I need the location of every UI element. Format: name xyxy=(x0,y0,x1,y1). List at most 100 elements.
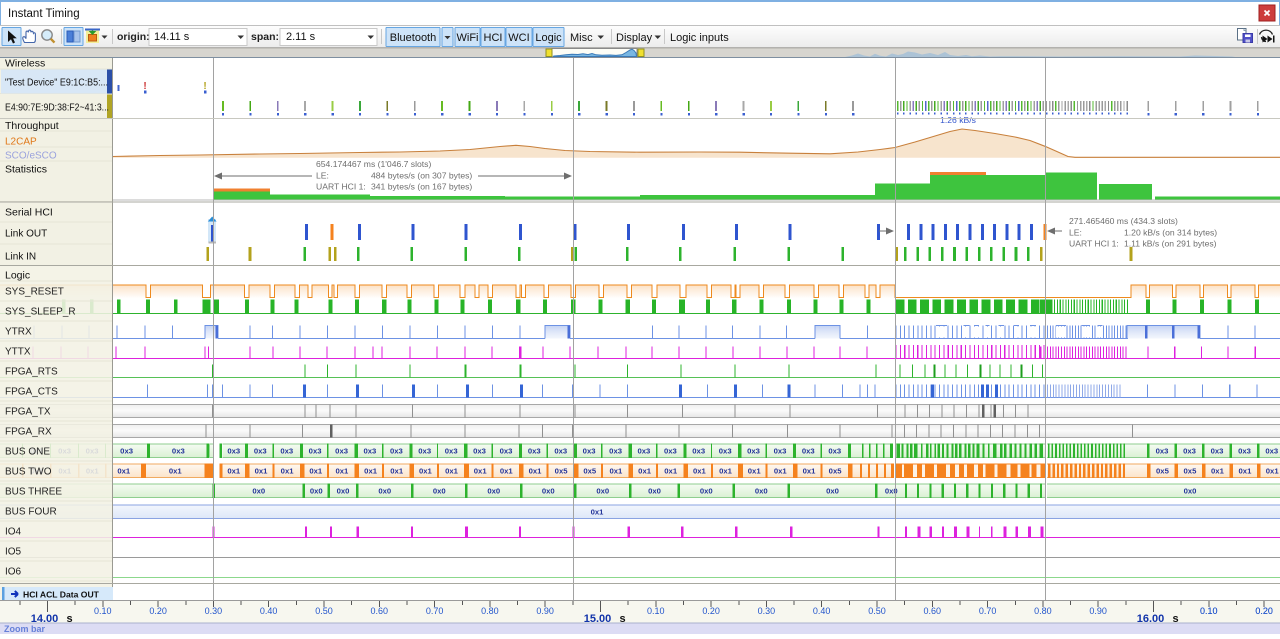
svg-text:0x0: 0x0 xyxy=(378,487,391,496)
svg-text:0x3: 0x3 xyxy=(120,447,133,456)
svg-text:0x1: 0x1 xyxy=(227,467,241,476)
svg-text:0x1: 0x1 xyxy=(500,467,514,476)
svg-text:0x3: 0x3 xyxy=(445,447,458,456)
svg-text:0x1: 0x1 xyxy=(693,467,707,476)
svg-text:0x0: 0x0 xyxy=(596,487,609,496)
svg-text:0x1: 0x1 xyxy=(591,508,605,517)
svg-text:IO6: IO6 xyxy=(5,567,22,578)
svg-text:0x0: 0x0 xyxy=(542,487,555,496)
svg-text:0x0: 0x0 xyxy=(700,487,713,496)
svg-text:0.90: 0.90 xyxy=(1089,606,1107,616)
svg-text:0.10: 0.10 xyxy=(647,606,665,616)
svg-text:0x0: 0x0 xyxy=(487,487,500,496)
svg-text:WiFi: WiFi xyxy=(457,32,479,44)
svg-text:0x1: 0x1 xyxy=(309,467,323,476)
svg-text:0x5: 0x5 xyxy=(1156,467,1170,476)
svg-text:0.30: 0.30 xyxy=(758,606,776,616)
svg-text:UART HCI 1:: UART HCI 1: xyxy=(1069,239,1119,249)
svg-text:Misc: Misc xyxy=(570,32,593,44)
svg-text:BUS THREE: BUS THREE xyxy=(5,487,62,498)
svg-text:0x1: 0x1 xyxy=(1266,467,1280,476)
svg-text:654.174467 ms (1'046.7 slots): 654.174467 ms (1'046.7 slots) xyxy=(316,159,431,169)
svg-text:0.20: 0.20 xyxy=(149,606,167,616)
svg-text:0x1: 0x1 xyxy=(169,467,183,476)
svg-text:origin:: origin: xyxy=(117,31,150,43)
svg-text:0.30: 0.30 xyxy=(205,606,223,616)
svg-text:341 bytes/s (on 167 bytes): 341 bytes/s (on 167 bytes) xyxy=(371,182,472,192)
svg-text:0.50: 0.50 xyxy=(868,606,886,616)
svg-text:0x1: 0x1 xyxy=(638,467,652,476)
svg-text:Link OUT: Link OUT xyxy=(5,229,47,240)
svg-text:span:: span: xyxy=(251,31,279,43)
svg-text:0x3: 0x3 xyxy=(719,447,732,456)
svg-text:HCI ACL Data OUT: HCI ACL Data OUT xyxy=(23,590,100,600)
svg-text:0x1: 0x1 xyxy=(335,467,349,476)
svg-text:0x3: 0x3 xyxy=(473,447,486,456)
svg-text:Bluetooth: Bluetooth xyxy=(390,32,436,44)
svg-text:0x1: 0x1 xyxy=(803,467,817,476)
svg-text:0.20: 0.20 xyxy=(702,606,720,616)
svg-text:0x1: 0x1 xyxy=(719,467,733,476)
svg-text:SCO/eSCO: SCO/eSCO xyxy=(5,151,57,162)
svg-text:0.80: 0.80 xyxy=(1034,606,1052,616)
svg-text:0x5: 0x5 xyxy=(555,467,569,476)
svg-text:0x1: 0x1 xyxy=(748,467,762,476)
svg-text:FPGA_RTS: FPGA_RTS xyxy=(5,367,58,378)
svg-text:0x1: 0x1 xyxy=(1239,467,1253,476)
svg-text:0.60: 0.60 xyxy=(924,606,942,616)
svg-text:0x3: 0x3 xyxy=(554,447,567,456)
svg-text:BUS ONE: BUS ONE xyxy=(5,447,50,458)
svg-text:Logic inputs: Logic inputs xyxy=(670,32,729,44)
svg-text:HCI: HCI xyxy=(484,32,503,44)
svg-text:0x3: 0x3 xyxy=(309,447,322,456)
svg-text:0x1: 0x1 xyxy=(390,467,404,476)
svg-text:0x3: 0x3 xyxy=(664,447,677,456)
svg-text:0x1: 0x1 xyxy=(774,467,788,476)
svg-text:0x1: 0x1 xyxy=(364,467,378,476)
svg-text:0x0: 0x0 xyxy=(826,487,839,496)
svg-text:0.10: 0.10 xyxy=(94,606,112,616)
svg-text:0x3: 0x3 xyxy=(828,447,841,456)
svg-text:0x1: 0x1 xyxy=(117,467,131,476)
svg-text:0.60: 0.60 xyxy=(371,606,389,616)
svg-text:0x3: 0x3 xyxy=(172,447,185,456)
svg-text:E4:90:7E:9D:38:F2~41:3...: E4:90:7E:9D:38:F2~41:3... xyxy=(5,103,109,114)
svg-text:UART HCI 1:: UART HCI 1: xyxy=(316,182,366,192)
svg-text:Display: Display xyxy=(616,32,653,44)
svg-text:BUS TWO: BUS TWO xyxy=(5,467,52,478)
svg-text:0x5: 0x5 xyxy=(1184,467,1198,476)
svg-text:Logic: Logic xyxy=(5,270,30,282)
svg-text:0x3: 0x3 xyxy=(363,447,376,456)
svg-text:0x3: 0x3 xyxy=(692,447,705,456)
svg-text:IO4: IO4 xyxy=(5,527,22,538)
svg-text:0x0: 0x0 xyxy=(648,487,661,496)
svg-text:0x0: 0x0 xyxy=(755,487,768,496)
svg-text:0x0: 0x0 xyxy=(433,487,446,496)
svg-text:0x3: 0x3 xyxy=(500,447,513,456)
svg-text:0x3: 0x3 xyxy=(637,447,650,456)
svg-text:0x3: 0x3 xyxy=(1183,447,1196,456)
svg-text:LE:: LE: xyxy=(316,171,329,181)
svg-text:YTTX: YTTX xyxy=(5,347,31,358)
svg-text:0.20: 0.20 xyxy=(1255,606,1273,616)
svg-text:FPGA_TX: FPGA_TX xyxy=(5,407,51,418)
svg-text:0x0: 0x0 xyxy=(1184,487,1197,496)
svg-text:0x3: 0x3 xyxy=(774,447,787,456)
svg-text:0x3: 0x3 xyxy=(802,447,815,456)
svg-text:0x3: 0x3 xyxy=(609,447,622,456)
svg-text:0.40: 0.40 xyxy=(813,606,831,616)
svg-text:0x3: 0x3 xyxy=(1211,447,1224,456)
svg-text:0x1: 0x1 xyxy=(445,467,459,476)
svg-text:0x3: 0x3 xyxy=(390,447,403,456)
svg-text:0x5: 0x5 xyxy=(829,467,843,476)
svg-text:Logic: Logic xyxy=(535,32,562,44)
svg-text:Zoom bar: Zoom bar xyxy=(4,624,45,634)
svg-text:0.70: 0.70 xyxy=(979,606,997,616)
svg-text:0x3: 0x3 xyxy=(418,447,431,456)
svg-text:Statistics: Statistics xyxy=(5,164,47,176)
svg-text:0.10: 0.10 xyxy=(1200,606,1218,616)
svg-text:14.11 s: 14.11 s xyxy=(154,31,190,43)
svg-text:L2CAP: L2CAP xyxy=(5,137,37,148)
svg-text:0x0: 0x0 xyxy=(310,487,323,496)
svg-text:Throughput: Throughput xyxy=(5,120,59,132)
